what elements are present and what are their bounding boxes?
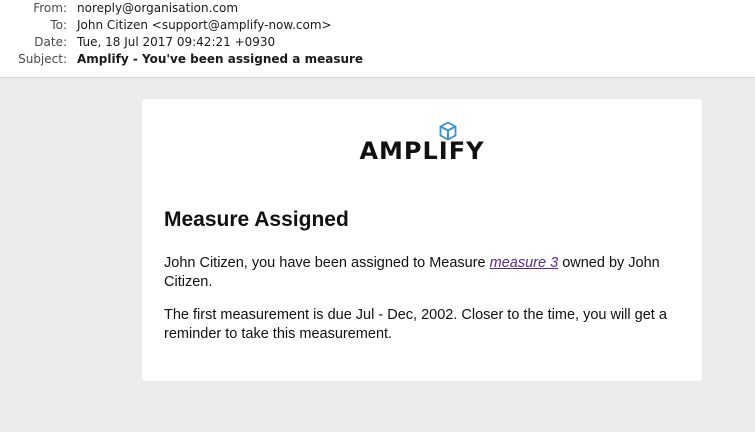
subject-row: Subject: Amplify - You've been assigned … <box>0 51 755 68</box>
email-title: Measure Assigned <box>164 208 349 231</box>
due-paragraph: The first measurement is due Jul - Dec, … <box>164 307 667 342</box>
email-headers: From: noreply@organisation.com To: John … <box>0 0 755 78</box>
to-label: To: <box>50 18 67 32</box>
subject-value: Amplify - You've been assigned a measure <box>77 52 364 66</box>
from-label: From: <box>33 1 67 15</box>
to-value[interactable]: John Citizen <support@amplify-now.com> <box>77 17 332 34</box>
measure-link[interactable]: measure 3 <box>490 255 559 271</box>
subject-label: Subject: <box>18 52 67 66</box>
from-value[interactable]: noreply@organisation.com <box>77 0 238 17</box>
amplify-logo: AMPLIFY <box>342 121 502 165</box>
logo-text: AMPLIFY <box>359 137 485 165</box>
date-value: Tue, 18 Jul 2017 09:42:21 +0930 <box>77 35 276 49</box>
assignment-paragraph: John Citizen, you have been assigned to … <box>164 254 674 292</box>
from-row: From: noreply@organisation.com <box>0 0 755 17</box>
date-row: Date: Tue, 18 Jul 2017 09:42:21 +0930 <box>0 34 755 51</box>
to-row: To: John Citizen <support@amplify-now.co… <box>0 17 755 34</box>
para1-prefix: John Citizen, you have been assigned to … <box>164 255 490 271</box>
email-card: AMPLIFY Measure Assigned John Citizen, y… <box>142 99 702 381</box>
date-label: Date: <box>34 35 67 49</box>
